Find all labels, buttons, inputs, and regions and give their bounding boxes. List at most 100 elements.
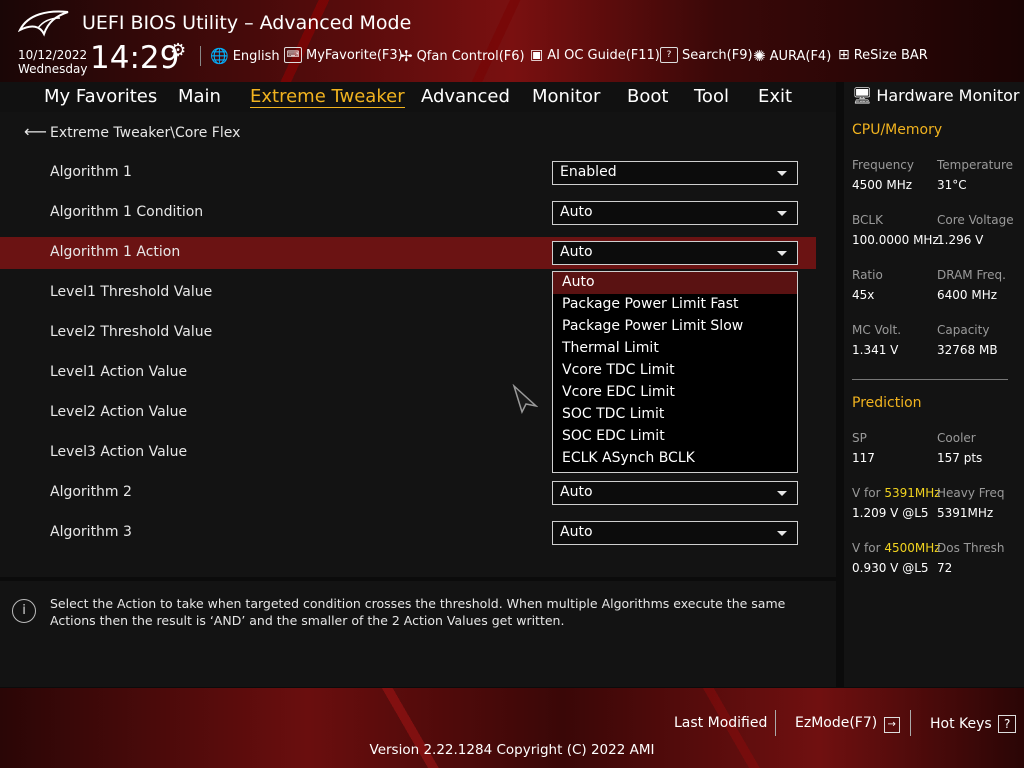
dram-freq-value: 6400 MHz [937,288,998,302]
option-label: Package Power Limit Fast [562,296,739,312]
setting-label: Level1 Action Value [50,364,188,380]
dropdown-option[interactable]: SOC TDC Limit [553,404,797,426]
aura-label: AURA(F4) [769,48,832,64]
setting-label: Algorithm 1 Action [50,244,181,260]
caret-down-icon [777,531,787,536]
qfan-control-button[interactable]: ✢ Qfan Control(F6) [400,47,525,65]
action-dropdown-list: Auto Package Power Limit Fast Package Po… [552,271,798,473]
tab-tool[interactable]: Tool [694,86,729,107]
select-value: Auto [560,204,593,220]
setting-row-algorithm-3[interactable]: Algorithm 3 Auto [0,517,816,549]
resize-bar-label: ReSize BAR [853,47,928,63]
fan-icon: ✢ [400,47,413,65]
option-label: ECLK ASynch BCLK [562,450,695,466]
tab-main[interactable]: Main [178,86,221,107]
setting-label: Algorithm 1 [50,164,132,180]
dropdown-option[interactable]: Vcore TDC Limit [553,360,797,382]
dropdown-option[interactable]: Vcore EDC Limit [553,382,797,404]
main-nav: My Favorites Main Extreme Tweaker Advanc… [0,82,836,112]
hardware-monitor-panel: 🖥 Hardware Monitor CPU/Memory Frequency … [844,82,1024,687]
algorithm-3-select[interactable]: Auto [552,521,798,545]
language-button[interactable]: 🌐 English [210,47,280,65]
aura-button[interactable]: ✺ AURA(F4) [753,47,831,65]
frequency-value: 4500 MHz [852,178,913,192]
search-button[interactable]: ? Search(F9) [660,47,753,63]
myfavorite-label: MyFavorite(F3) [306,47,403,63]
date-display: 10/12/2022 Wednesday [18,48,87,76]
tab-monitor[interactable]: Monitor [532,86,600,107]
help-panel: i Select the Action to take when targete… [0,581,836,687]
label-highlight: 5391MHz [884,486,941,500]
core-voltage-value: 1.296 V [937,233,984,247]
tab-extreme-tweaker[interactable]: Extreme Tweaker [250,86,405,108]
core-voltage-label: Core Voltage [937,213,1014,227]
label-highlight: 4500MHz [884,541,941,555]
footer-divider [910,710,911,736]
algorithm-1-condition-select[interactable]: Auto [552,201,798,225]
setting-row-algorithm-1[interactable]: Algorithm 1 Enabled [0,157,816,189]
section-divider [852,379,1008,380]
tab-boot[interactable]: Boot [627,86,668,107]
option-label: SOC TDC Limit [562,406,665,422]
help-text: Select the Action to take when targeted … [50,596,786,628]
setting-label: Algorithm 3 [50,524,132,540]
ratio-value: 45x [852,288,875,302]
version-text: Version 2.22.1284 Copyright (C) 2022 AMI [369,742,655,758]
ezmode-button[interactable]: EzMode(F7) → [795,715,900,733]
mc-volt-value: 1.341 V [852,343,899,357]
rog-logo-icon [18,10,69,37]
label-prefix: V for [852,486,885,500]
keyboard-icon: ⌨ [284,47,302,63]
v-for-dos-value: 0.930 V @L5 [852,561,929,575]
setting-row-algorithm-2[interactable]: Algorithm 2 Auto [0,477,816,509]
last-modified-button[interactable]: Last Modified [674,715,767,731]
frequency-label: Frequency [852,158,914,172]
option-label: Vcore TDC Limit [562,362,675,378]
cpu-memory-section-title: CPU/Memory [852,122,943,138]
back-arrow-icon[interactable]: ⟵ [24,122,47,141]
prediction-section-title: Prediction [852,395,922,411]
setting-row-algorithm-1-condition[interactable]: Algorithm 1 Condition Auto [0,197,816,229]
footer-divider [775,710,776,736]
dropdown-option[interactable]: SOC EDC Limit [553,426,797,448]
v-for-heavy-value: 1.209 V @L5 [852,506,929,520]
dropdown-option[interactable]: Package Power Limit Slow [553,316,797,338]
sp-label: SP [852,431,867,445]
hot-keys-button[interactable]: Hot Keys ? [930,715,1017,733]
hardware-monitor-header: 🖥 Hardware Monitor [852,86,1019,105]
resize-bar-button[interactable]: ⊞ ReSize BAR [838,47,928,63]
dos-thresh-label: Dos Thresh [937,541,1005,555]
select-value: Enabled [560,164,617,180]
ezmode-label: EzMode(F7) [795,715,878,731]
v-for-dos-label: V for 4500MHz [852,541,941,555]
setting-row-algorithm-1-action[interactable]: Algorithm 1 Action Auto [0,237,816,269]
option-label: Package Power Limit Slow [562,318,744,334]
aura-icon: ✺ [753,47,766,65]
ai-oc-guide-button[interactable]: ▣ AI OC Guide(F11) [530,47,660,63]
weekday-text: Wednesday [18,62,88,76]
dropdown-option[interactable]: Auto [553,272,797,294]
myfavorite-button[interactable]: ⌨ MyFavorite(F3) [284,47,403,63]
dropdown-option[interactable]: Thermal Limit [553,338,797,360]
dropdown-option[interactable]: Package Power Limit Fast [553,294,797,316]
caret-down-icon [777,211,787,216]
dropdown-option[interactable]: ECLK ASynch BCLK [553,448,797,470]
search-icon: ? [660,47,678,63]
tab-my-favorites[interactable]: My Favorites [44,86,157,107]
chip-icon: ▣ [530,47,544,63]
tab-advanced[interactable]: Advanced [421,86,510,107]
option-label: Vcore EDC Limit [562,384,675,400]
hardware-monitor-title: Hardware Monitor [876,86,1020,105]
date-text: 10/12/2022 [18,48,88,62]
dram-freq-label: DRAM Freq. [937,268,1006,282]
search-label: Search(F9) [682,47,753,63]
algorithm-1-action-select[interactable]: Auto [552,241,798,265]
algorithm-1-select[interactable]: Enabled [552,161,798,185]
temperature-label: Temperature [937,158,1014,172]
caret-down-icon [777,251,787,256]
gear-icon[interactable]: ⚙ [170,40,186,61]
caret-down-icon [777,491,787,496]
tab-exit[interactable]: Exit [758,86,792,107]
option-label: Auto [562,274,595,290]
algorithm-2-select[interactable]: Auto [552,481,798,505]
